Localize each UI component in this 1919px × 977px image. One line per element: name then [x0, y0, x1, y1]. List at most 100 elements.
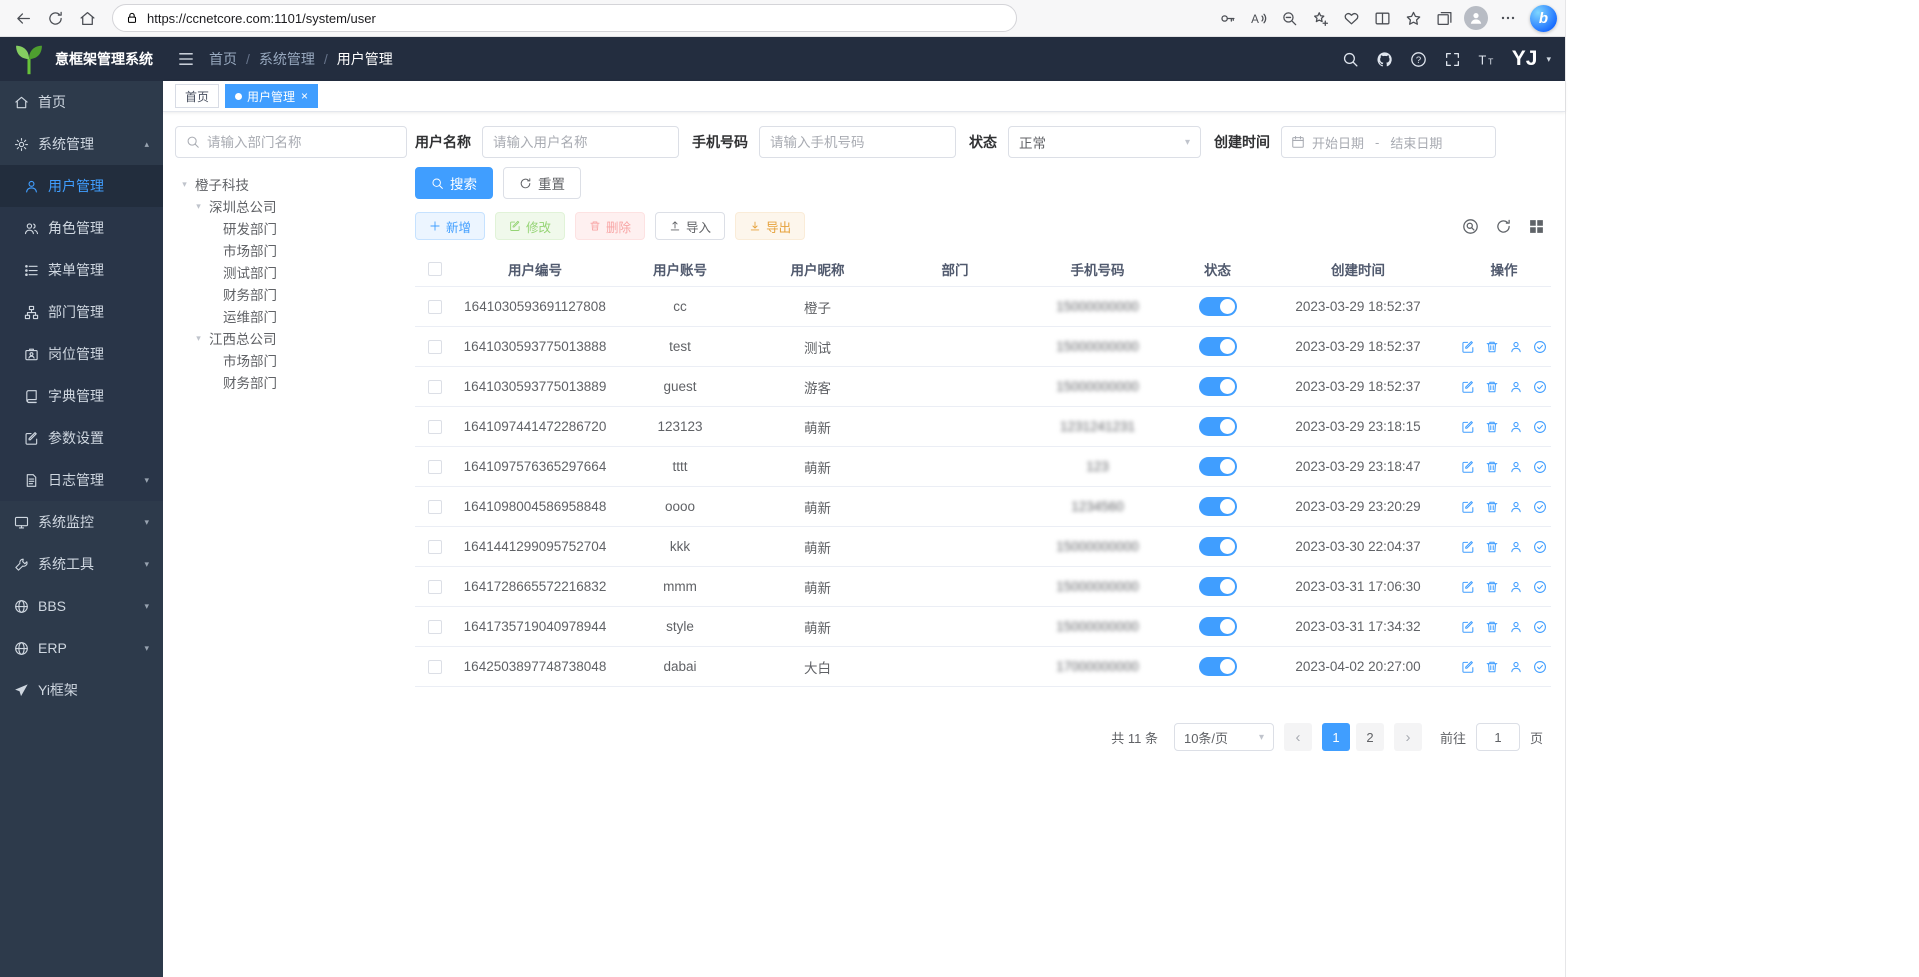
- tree-node[interactable]: ▾江西总公司: [175, 327, 407, 349]
- reset-password-icon[interactable]: [1509, 420, 1523, 434]
- search-icon[interactable]: [1342, 51, 1359, 68]
- sidebar-item-user[interactable]: 用户管理: [0, 165, 163, 207]
- status-toggle[interactable]: [1199, 577, 1237, 596]
- tree-node[interactable]: 市场部门: [175, 239, 407, 261]
- favorites-icon[interactable]: [1398, 4, 1428, 32]
- row-checkbox[interactable]: [428, 660, 442, 674]
- reset-password-icon[interactable]: [1509, 340, 1523, 354]
- reset-password-icon[interactable]: [1509, 580, 1523, 594]
- delete-row-icon[interactable]: [1485, 500, 1499, 514]
- sidebar-item-system[interactable]: 系统管理▴: [0, 123, 163, 165]
- assign-role-icon[interactable]: [1533, 580, 1547, 594]
- more-icon[interactable]: [1493, 4, 1523, 32]
- sidebar-item-config[interactable]: 参数设置: [0, 417, 163, 459]
- add-button[interactable]: 新增: [415, 212, 485, 240]
- chevron-down-icon[interactable]: ▾: [1546, 54, 1551, 65]
- edit-row-icon[interactable]: [1461, 540, 1475, 554]
- tree-node[interactable]: ▾深圳总公司: [175, 195, 407, 217]
- status-toggle[interactable]: [1199, 457, 1237, 476]
- page-button-1[interactable]: 1: [1322, 723, 1350, 751]
- delete-row-icon[interactable]: [1485, 420, 1499, 434]
- tree-node[interactable]: 财务部门: [175, 283, 407, 305]
- sidebar-item-tools[interactable]: 系统工具▾: [0, 543, 163, 585]
- close-icon[interactable]: ×: [301, 89, 308, 103]
- sidebar-item-yi[interactable]: Yi框架: [0, 669, 163, 711]
- delete-button[interactable]: 删除: [575, 212, 645, 240]
- status-toggle[interactable]: [1199, 497, 1237, 516]
- export-button[interactable]: 导出: [735, 212, 805, 240]
- status-toggle[interactable]: [1199, 297, 1237, 316]
- essentials-icon[interactable]: [1336, 4, 1366, 32]
- row-checkbox[interactable]: [428, 580, 442, 594]
- status-toggle[interactable]: [1199, 377, 1237, 396]
- edit-row-icon[interactable]: [1461, 580, 1475, 594]
- page-size-select[interactable]: 10条/页 ▾: [1174, 723, 1274, 751]
- delete-row-icon[interactable]: [1485, 580, 1499, 594]
- row-checkbox[interactable]: [428, 420, 442, 434]
- github-icon[interactable]: [1376, 51, 1393, 68]
- tree-node[interactable]: 财务部门: [175, 371, 407, 393]
- fullscreen-icon[interactable]: [1444, 51, 1461, 68]
- status-toggle[interactable]: [1199, 337, 1237, 356]
- menu-fold-icon[interactable]: [177, 50, 195, 68]
- tree-node[interactable]: 市场部门: [175, 349, 407, 371]
- zoom-icon[interactable]: [1274, 4, 1304, 32]
- row-checkbox[interactable]: [428, 460, 442, 474]
- tree-node[interactable]: ▾橙子科技: [175, 173, 407, 195]
- row-checkbox[interactable]: [428, 620, 442, 634]
- status-select[interactable]: 正常 ▾: [1008, 126, 1201, 158]
- reset-password-icon[interactable]: [1509, 380, 1523, 394]
- edit-row-icon[interactable]: [1461, 340, 1475, 354]
- toggle-search-icon[interactable]: [1462, 218, 1479, 235]
- select-all-checkbox[interactable]: [428, 262, 442, 276]
- edit-row-icon[interactable]: [1461, 620, 1475, 634]
- date-range-picker[interactable]: 开始日期 - 结束日期: [1281, 126, 1496, 158]
- assign-role-icon[interactable]: [1533, 340, 1547, 354]
- edit-button[interactable]: 修改: [495, 212, 565, 240]
- profile-avatar[interactable]: [1464, 6, 1488, 30]
- read-aloud-icon[interactable]: A: [1243, 4, 1273, 32]
- breadcrumb-item[interactable]: 系统管理: [259, 49, 315, 69]
- delete-row-icon[interactable]: [1485, 660, 1499, 674]
- font-size-icon[interactable]: TT: [1478, 51, 1495, 68]
- sidebar-item-bbs[interactable]: BBS▾: [0, 585, 163, 627]
- tree-node[interactable]: 测试部门: [175, 261, 407, 283]
- status-toggle[interactable]: [1199, 417, 1237, 436]
- edit-row-icon[interactable]: [1461, 460, 1475, 474]
- status-toggle[interactable]: [1199, 537, 1237, 556]
- row-checkbox[interactable]: [428, 500, 442, 514]
- reset-password-icon[interactable]: [1509, 660, 1523, 674]
- tree-node[interactable]: 研发部门: [175, 217, 407, 239]
- delete-row-icon[interactable]: [1485, 340, 1499, 354]
- sidebar-item-role[interactable]: 角色管理: [0, 207, 163, 249]
- favorite-add-icon[interactable]: [1305, 4, 1335, 32]
- edit-row-icon[interactable]: [1461, 420, 1475, 434]
- status-toggle[interactable]: [1199, 617, 1237, 636]
- delete-row-icon[interactable]: [1485, 460, 1499, 474]
- copilot-icon[interactable]: b: [1530, 5, 1557, 32]
- collections-icon[interactable]: [1429, 4, 1459, 32]
- back-icon[interactable]: [8, 4, 38, 32]
- breadcrumb-item[interactable]: 首页: [209, 49, 237, 69]
- username-input[interactable]: [493, 135, 668, 150]
- assign-role-icon[interactable]: [1533, 500, 1547, 514]
- reset-password-icon[interactable]: [1509, 620, 1523, 634]
- sidebar-item-erp[interactable]: ERP▾: [0, 627, 163, 669]
- row-checkbox[interactable]: [428, 340, 442, 354]
- question-icon[interactable]: ?: [1410, 51, 1427, 68]
- row-checkbox[interactable]: [428, 300, 442, 314]
- yj-logo[interactable]: YJ: [1512, 47, 1538, 71]
- jump-page-input[interactable]: [1476, 723, 1520, 751]
- next-page-button[interactable]: ›: [1394, 723, 1422, 751]
- assign-role-icon[interactable]: [1533, 620, 1547, 634]
- delete-row-icon[interactable]: [1485, 380, 1499, 394]
- key-icon[interactable]: [1212, 4, 1242, 32]
- reset-password-icon[interactable]: [1509, 460, 1523, 474]
- assign-role-icon[interactable]: [1533, 660, 1547, 674]
- edit-row-icon[interactable]: [1461, 500, 1475, 514]
- split-screen-icon[interactable]: [1367, 4, 1397, 32]
- view-tab[interactable]: 首页: [175, 84, 219, 108]
- refresh-table-icon[interactable]: [1495, 218, 1512, 235]
- reset-password-icon[interactable]: [1509, 500, 1523, 514]
- reset-password-icon[interactable]: [1509, 540, 1523, 554]
